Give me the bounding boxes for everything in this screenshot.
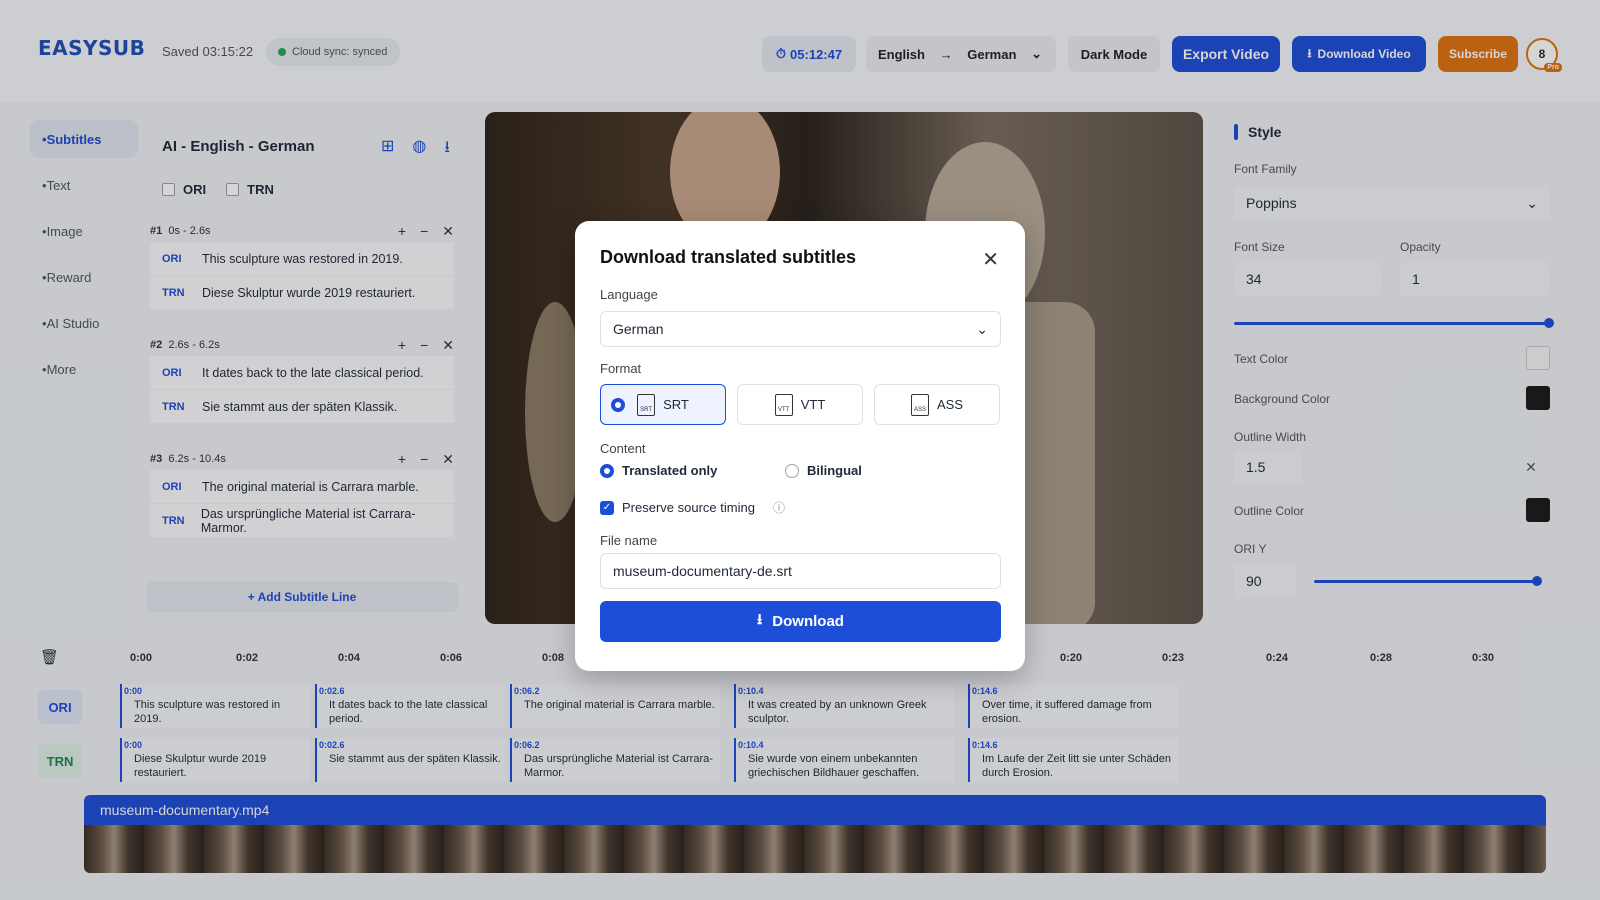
download-subtitles-dialog: Download translated subtitles ✕ Language…	[575, 221, 1025, 671]
chevron-down-icon: ⌄	[976, 320, 988, 337]
file-icon: VTT	[774, 393, 793, 416]
bilingual-radio[interactable]: Bilingual	[785, 463, 862, 478]
file-name-input[interactable]: museum-documentary-de.srt	[600, 553, 1001, 589]
download-button[interactable]: ⭳ Download	[600, 601, 1001, 642]
dialog-title: Download translated subtitles	[600, 247, 857, 267]
file-icon: ASS	[910, 393, 929, 416]
preserve-timing-checkbox[interactable]: ✓ Preserve source timing ⓘ	[600, 499, 785, 516]
radio-selected	[611, 397, 625, 412]
language-select[interactable]: German ⌄	[600, 311, 1001, 347]
format-srt-option[interactable]: SRT SRT	[600, 384, 726, 425]
info-icon[interactable]: ⓘ	[773, 499, 785, 516]
file-icon: SRT	[637, 393, 656, 416]
translated-only-radio[interactable]: Translated only	[600, 463, 717, 478]
format-vtt-option[interactable]: VTT VTT	[737, 384, 863, 425]
close-icon[interactable]: ✕	[982, 247, 999, 272]
download-icon: ⭳	[757, 611, 763, 628]
check-icon: ✓	[600, 500, 614, 515]
format-ass-option[interactable]: ASS ASS	[874, 384, 1000, 425]
